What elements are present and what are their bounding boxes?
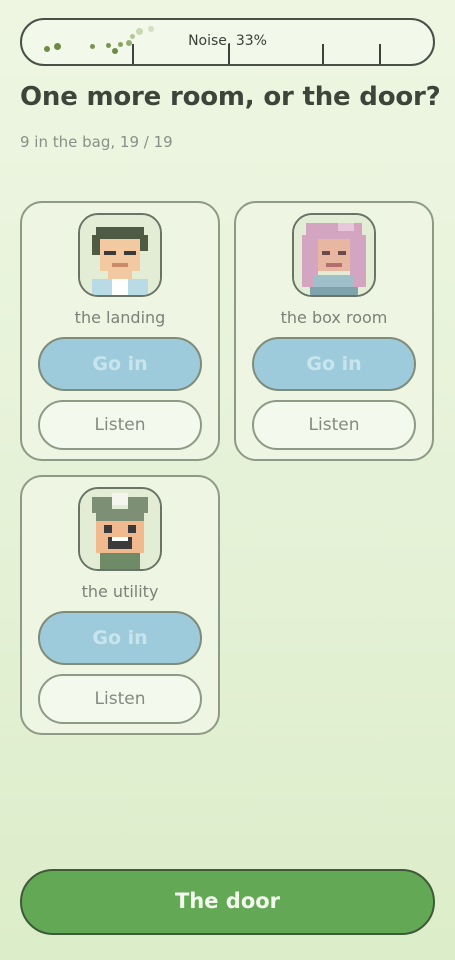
room-name: the utility — [81, 582, 159, 601]
room-name: the box room — [280, 308, 388, 327]
noise-value: 33% — [235, 33, 267, 49]
room-name: the landing — [74, 308, 166, 327]
woman-portrait-icon — [292, 213, 376, 297]
go-in-button[interactable]: Go in — [252, 337, 416, 391]
page-title: One more room, or the door? — [20, 82, 441, 112]
listen-button[interactable]: Listen — [38, 674, 202, 724]
bag-status: 9 in the bag, 19 / 19 — [20, 133, 173, 151]
listen-button[interactable]: Listen — [38, 400, 202, 450]
room-card-landing: the landing Go in Listen — [20, 201, 220, 461]
noise-label-text: Noise — [188, 33, 227, 49]
noise-meter: Noise, 33% — [20, 18, 435, 66]
noise-label: Noise, 33% — [188, 33, 267, 49]
room-card-utility: the utility Go in Listen — [20, 475, 220, 735]
go-in-button[interactable]: Go in — [38, 611, 202, 665]
room-card-box-room: the box room Go in Listen — [234, 201, 434, 461]
man-portrait-icon — [78, 213, 162, 297]
door-button[interactable]: The door — [20, 869, 435, 935]
noise-dot — [148, 26, 154, 32]
listen-button[interactable]: Listen — [252, 400, 416, 450]
kid-portrait-icon — [78, 487, 162, 571]
go-in-button[interactable]: Go in — [38, 337, 202, 391]
